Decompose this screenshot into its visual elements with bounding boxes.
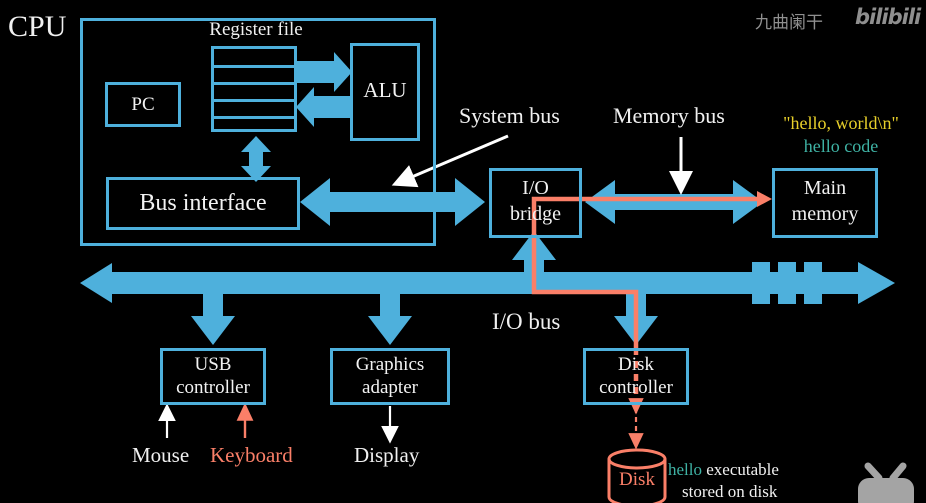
disk-note-rest: executable [702,460,779,479]
main-memory-label-line2: memory [791,203,859,225]
usb-controller-box: USB controller [160,348,266,405]
pc-label: PC [131,94,155,115]
memory-string-text: "hello, world\n" [783,113,899,133]
register-row [214,116,294,119]
iobus-to-usb-arrow [191,288,235,345]
disk-controller-label-line2: controller [599,377,673,398]
io-bridge-box: I/O bridge [489,168,582,238]
iobus-to-graphics-arrow [368,288,412,345]
disk-label: Disk [619,469,655,490]
alu-box: ALU [350,43,420,141]
watermark-site-logo: bilibili [855,5,921,29]
graphics-adapter-label-line2: adapter [362,377,418,398]
graphics-adapter-box: Graphics adapter [330,348,450,405]
bus-interface-box: Bus interface [106,177,300,230]
display-label: Display [354,443,420,467]
register-row [214,82,294,85]
pc-box: PC [105,82,181,127]
usb-controller-label-line2: controller [176,377,250,398]
alu-label: ALU [363,78,407,102]
register-row [214,65,294,68]
io-bus-label: I/O bus [492,309,561,334]
mouse-label: Mouse [132,443,190,467]
bilibili-mascot-icon [858,462,914,503]
memory-code-text: hello code [803,135,879,156]
disk-controller-label-line1: Disk [618,354,654,375]
diagram-canvas: CPU Register file PC ALU Bus interface S… [0,0,926,503]
cpu-label: CPU [8,10,67,43]
bus-interface-label: Bus interface [139,190,267,216]
disk-controller-box: Disk controller [583,348,689,405]
io-bus-arrow [80,262,895,304]
disk-note-line2: stored on disk [682,482,778,502]
io-bridge-label-line2: bridge [509,203,562,225]
disk-note: hello executable stored on disk [668,459,779,503]
system-bus-label: System bus [459,103,560,128]
memory-bus-arrow [585,180,763,224]
disk-note-highlight: hello [668,460,702,479]
watermark-channel-name: 九曲阑干 [755,13,823,33]
graphics-adapter-label-line1: Graphics [355,354,425,375]
io-bridge-label-line1: I/O [522,177,549,199]
register-row [214,99,294,102]
main-memory-box: Main memory [772,168,878,238]
register-file-box [211,46,297,132]
keyboard-label: Keyboard [210,443,293,467]
memory-bus-label: Memory bus [613,103,725,128]
main-memory-label-line1: Main [803,177,847,199]
usb-controller-label-line1: USB [194,354,232,375]
memory-contents-annotation: "hello, world\n" hello code [757,113,925,157]
register-file-label: Register file [209,19,303,40]
